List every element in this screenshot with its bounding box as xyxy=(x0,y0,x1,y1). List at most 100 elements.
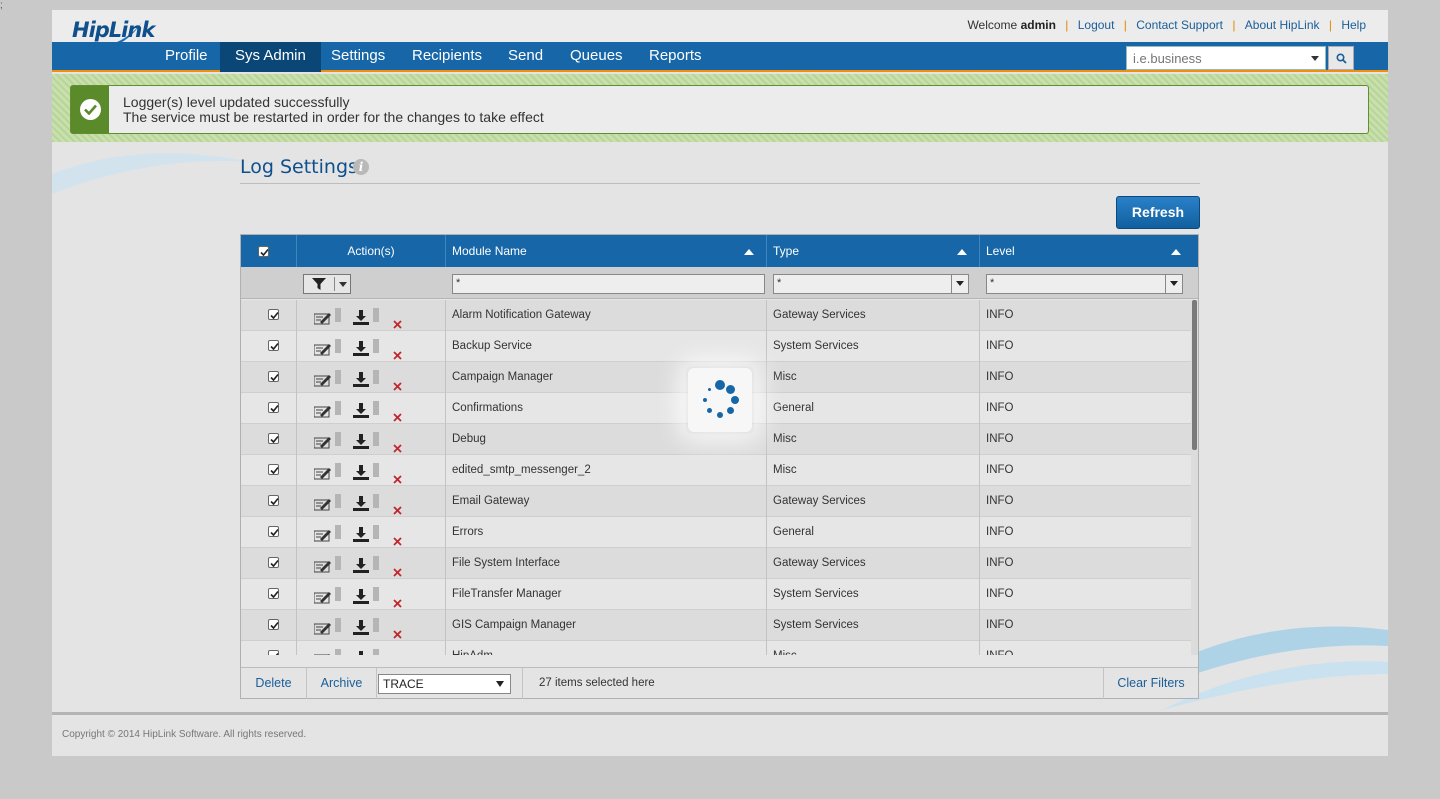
table-row[interactable]: Email Gateway Gateway Services INFO xyxy=(241,486,1191,517)
type-filter-value: * xyxy=(777,277,782,289)
download-icon[interactable] xyxy=(347,431,369,455)
scrollbar-thumb[interactable] xyxy=(1192,300,1197,450)
nav-reports[interactable]: Reports xyxy=(634,42,717,72)
delete-icon[interactable] xyxy=(387,373,402,393)
table-row[interactable]: HipAdm Misc INFO xyxy=(241,641,1191,655)
sort-asc-icon[interactable] xyxy=(1171,249,1181,255)
row-select-cell xyxy=(241,486,297,517)
filter-button[interactable] xyxy=(303,274,351,294)
nav-send[interactable]: Send xyxy=(493,42,558,72)
about-hiplink-link[interactable]: About HipLink xyxy=(1245,18,1320,32)
search-dropdown-caret-icon[interactable] xyxy=(1311,56,1319,61)
clear-filters-link[interactable]: Clear Filters xyxy=(1117,676,1184,690)
logo[interactable]: HipLink xyxy=(72,18,155,42)
edit-icon[interactable] xyxy=(308,648,332,655)
delete-icon[interactable] xyxy=(387,404,402,424)
table-row[interactable]: Backup Service System Services INFO xyxy=(241,331,1191,362)
download-icon[interactable] xyxy=(347,586,369,610)
row-checkbox[interactable] xyxy=(268,433,279,444)
level-filter-select[interactable]: * xyxy=(986,274,1183,294)
nav-sys-admin[interactable]: Sys Admin xyxy=(220,42,321,72)
row-checkbox[interactable] xyxy=(268,650,279,655)
download-icon[interactable] xyxy=(347,524,369,548)
edit-icon[interactable] xyxy=(308,586,332,610)
row-checkbox[interactable] xyxy=(268,526,279,537)
table-row[interactable]: File System Interface Gateway Services INF… xyxy=(241,548,1191,579)
header-level[interactable]: Level xyxy=(980,235,1198,267)
delete-icon[interactable] xyxy=(387,466,402,486)
module-type: System Services xyxy=(773,588,859,600)
row-checkbox[interactable] xyxy=(268,402,279,413)
edit-icon[interactable] xyxy=(308,338,332,362)
table-row[interactable]: Alarm Notification Gateway Gateway Servic… xyxy=(241,300,1191,331)
module-type: Gateway Services xyxy=(773,557,866,569)
type-cell: System Services xyxy=(767,579,980,610)
table-row[interactable]: FileTransfer Manager System Services INFO xyxy=(241,579,1191,610)
logout-link[interactable]: Logout xyxy=(1078,18,1115,32)
search-input[interactable] xyxy=(1127,47,1302,69)
download-icon[interactable] xyxy=(347,555,369,579)
top-links: Welcome admin | Logout | Contact Support… xyxy=(967,18,1366,32)
row-checkbox[interactable] xyxy=(268,340,279,351)
delete-icon[interactable] xyxy=(387,652,402,655)
row-checkbox[interactable] xyxy=(268,309,279,320)
edit-icon[interactable] xyxy=(308,369,332,393)
download-icon[interactable] xyxy=(347,369,369,393)
download-icon[interactable] xyxy=(347,400,369,424)
nav-profile[interactable]: Profile xyxy=(150,42,223,72)
edit-icon[interactable] xyxy=(308,555,332,579)
edit-icon[interactable] xyxy=(308,524,332,548)
delete-icon[interactable] xyxy=(387,528,402,548)
select-all-checkbox[interactable] xyxy=(258,246,269,257)
row-checkbox[interactable] xyxy=(268,495,279,506)
delete-icon[interactable] xyxy=(387,621,402,641)
row-checkbox[interactable] xyxy=(268,588,279,599)
edit-icon[interactable] xyxy=(308,400,332,424)
delete-button[interactable]: Delete xyxy=(255,676,291,690)
refresh-button[interactable]: Refresh xyxy=(1116,196,1200,229)
archive-button[interactable]: Archive xyxy=(321,676,363,690)
info-icon[interactable]: i xyxy=(353,159,369,175)
header-module-name[interactable]: Module Name xyxy=(446,235,767,267)
row-checkbox[interactable] xyxy=(268,619,279,630)
module-name: HipAdm xyxy=(446,650,493,655)
edit-icon[interactable] xyxy=(308,307,332,331)
background-swoosh-left xyxy=(52,153,252,194)
download-icon[interactable] xyxy=(347,648,369,655)
download-icon[interactable] xyxy=(347,338,369,362)
edit-icon[interactable] xyxy=(308,617,332,641)
contact-support-link[interactable]: Contact Support xyxy=(1136,18,1223,32)
header-type[interactable]: Type xyxy=(767,235,980,267)
grid-scrollbar[interactable] xyxy=(1191,300,1198,655)
row-checkbox[interactable] xyxy=(268,557,279,568)
table-row[interactable]: Errors General INFO xyxy=(241,517,1191,548)
module-filter-input[interactable]: * xyxy=(452,274,765,294)
download-icon[interactable] xyxy=(347,493,369,517)
delete-icon[interactable] xyxy=(387,590,402,610)
table-row[interactable]: edited_smtp_messenger_2 Misc INFO xyxy=(241,455,1191,486)
nav-settings[interactable]: Settings xyxy=(316,42,400,72)
type-filter-select[interactable]: * xyxy=(773,274,969,294)
delete-icon[interactable] xyxy=(387,497,402,517)
delete-icon[interactable] xyxy=(387,559,402,579)
edit-icon[interactable] xyxy=(308,431,332,455)
download-icon[interactable] xyxy=(347,307,369,331)
delete-icon[interactable] xyxy=(387,311,402,331)
edit-icon[interactable] xyxy=(308,493,332,517)
module-level: INFO xyxy=(986,588,1014,600)
search-button[interactable] xyxy=(1328,46,1354,70)
row-checkbox[interactable] xyxy=(268,371,279,382)
row-checkbox[interactable] xyxy=(268,464,279,475)
download-icon[interactable] xyxy=(347,462,369,486)
sort-asc-icon[interactable] xyxy=(957,249,967,255)
chevron-down-icon xyxy=(951,275,968,293)
nav-queues[interactable]: Queues xyxy=(555,42,638,72)
table-row[interactable]: GIS Campaign Manager System Services INFO xyxy=(241,610,1191,641)
help-link[interactable]: Help xyxy=(1341,18,1366,32)
download-icon[interactable] xyxy=(347,617,369,641)
sort-asc-icon[interactable] xyxy=(744,249,754,255)
delete-icon[interactable] xyxy=(387,342,402,362)
nav-recipients[interactable]: Recipients xyxy=(397,42,497,72)
delete-icon[interactable] xyxy=(387,435,402,455)
edit-icon[interactable] xyxy=(308,462,332,486)
